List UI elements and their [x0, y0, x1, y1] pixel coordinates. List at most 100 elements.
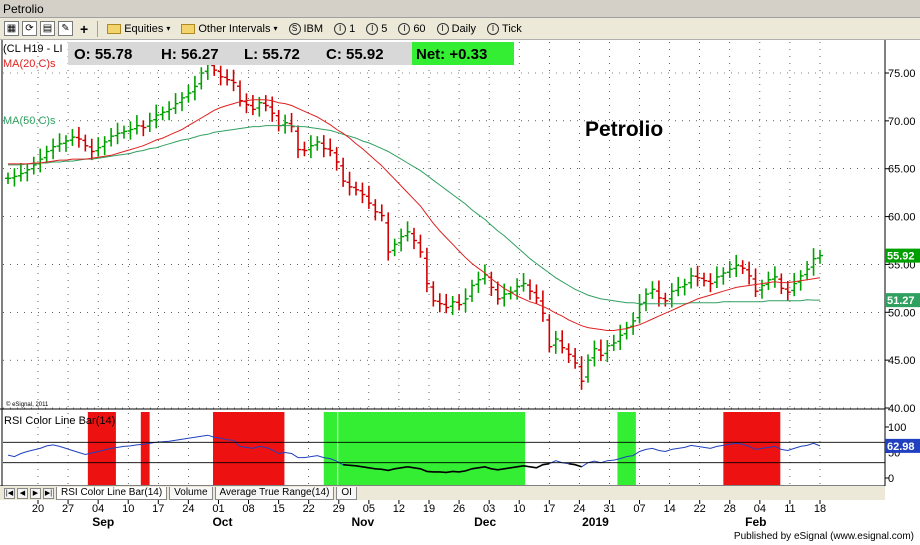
last-tab-button[interactable]: ▶| [43, 487, 54, 499]
day-tick-label: 29 [333, 503, 345, 515]
time-axis-months: Sep Oct Nov Dec 2019 Feb [92, 515, 766, 529]
i-circle-icon: I [398, 22, 411, 35]
legend-ma20: MA(20,C)s [3, 58, 56, 70]
day-tick-label: 24 [573, 503, 585, 515]
day-tick-label: 22 [303, 503, 315, 515]
next-tab-button[interactable]: ▶ [30, 487, 41, 499]
folder-icon [107, 23, 122, 34]
ma50-tag: 51.27 [887, 295, 915, 307]
i-circle-icon: I [436, 22, 449, 35]
rsi-zone-green [338, 412, 526, 485]
rsi-zone-red [723, 412, 781, 485]
i-circle-icon: I [334, 22, 347, 35]
rsi-tick-label: 0 [888, 473, 894, 485]
month-label: Sep [92, 515, 114, 529]
other-intervals-dropdown[interactable]: Other Intervals ▾ [177, 23, 281, 35]
day-tick-label: 24 [182, 503, 194, 515]
price-tick-label: 65.00 [888, 164, 916, 176]
quote-high: H: 56.27 [161, 46, 219, 63]
folder-icon [181, 23, 196, 34]
tab-volume[interactable]: Volume [169, 486, 213, 500]
price-tick-label: 60.00 [888, 212, 916, 224]
other-intervals-label: Other Intervals [198, 22, 271, 35]
tab-rsi[interactable]: RSI Color Line Bar(14) [56, 486, 168, 500]
s-circle-icon: S [288, 22, 301, 35]
refresh-icon[interactable]: ⟳ [22, 21, 37, 36]
interval-daily-button[interactable]: I Daily [433, 22, 480, 35]
day-tick-label: 22 [694, 503, 706, 515]
indicator-tabs: |◀ ◀ ▶ ▶| RSI Color Line Bar(14) Volume … [0, 486, 885, 500]
price-tick-label: 40.00 [888, 403, 916, 415]
rsi-value-tag: 62.98 [887, 441, 915, 453]
quote-open: O: 55.78 [74, 46, 132, 63]
day-tick-label: 05 [363, 503, 375, 515]
day-tick-label: 07 [633, 503, 645, 515]
equities-label: Equities [124, 22, 164, 35]
crosshair-icon[interactable]: + [76, 21, 92, 37]
price-tick-label: 75.00 [888, 68, 916, 80]
rsi-tick-label: 100 [888, 422, 906, 434]
interval-5-label: 5 [381, 22, 388, 35]
day-tick-label: 10 [513, 503, 525, 515]
time-axis: 20 27 04 10 17 24 01 08 15 22 29 05 12 19 26 03 10 17 24 31… [32, 500, 826, 529]
interval-1-button[interactable]: I 1 [330, 22, 359, 35]
tab-atr[interactable]: Average True Range(14) [214, 486, 335, 500]
rsi-title: RSI Color Line Bar(14) [4, 415, 115, 427]
interval-daily-label: Daily [451, 22, 477, 35]
interval-60-button[interactable]: I 60 [394, 22, 429, 35]
day-tick-label: 28 [724, 503, 736, 515]
day-tick-label: 31 [603, 503, 615, 515]
toolbar: ▦ ⟳ ▤ ✎ + Equities ▾ Other Intervals ▾ S… [0, 18, 920, 40]
day-tick-label: 26 [453, 503, 465, 515]
i-circle-icon: I [487, 22, 500, 35]
price-tick-label: 45.00 [888, 355, 916, 367]
day-tick-label: 10 [122, 503, 134, 515]
day-tick-label: 17 [152, 503, 164, 515]
month-label: Feb [745, 515, 766, 529]
interval-5-button[interactable]: I 5 [362, 22, 391, 35]
time-axis-days: 20 27 04 10 17 24 01 08 15 22 29 05 12 19 26 03 10 17 24 31… [32, 500, 826, 515]
day-tick-label: 20 [32, 503, 44, 515]
rsi-zone-red [213, 412, 285, 485]
rsi-zone-green [323, 412, 338, 485]
interval-tick-label: Tick [502, 22, 522, 35]
page-icon[interactable]: ▤ [40, 21, 55, 36]
prev-tab-button[interactable]: ◀ [17, 487, 28, 499]
price-tick-label: 50.00 [888, 307, 916, 319]
day-tick-label: 14 [663, 503, 675, 515]
legend-ma50: MA(50,C)s [3, 115, 56, 127]
quote-close: C: 55.92 [326, 46, 384, 63]
day-tick-label: 18 [814, 503, 826, 515]
equities-dropdown[interactable]: Equities ▾ [103, 23, 174, 35]
day-tick-label: 08 [242, 503, 254, 515]
overlay-title: Petrolio [585, 118, 663, 141]
quote-low: L: 55.72 [244, 46, 300, 63]
month-label: 2019 [582, 515, 609, 529]
month-label: Oct [212, 515, 232, 529]
day-tick-label: 19 [423, 503, 435, 515]
window-title: Petrolio [3, 2, 44, 16]
window-titlebar: Petrolio [0, 0, 920, 18]
day-tick-label: 04 [92, 503, 104, 515]
new-chart-icon[interactable]: ▦ [4, 21, 19, 36]
toolbar-separator [97, 20, 99, 37]
first-tab-button[interactable]: |◀ [4, 487, 15, 499]
price-chart[interactable]: 40.0045.0050.0055.0060.0065.0070.0075.00… [0, 40, 920, 486]
day-tick-label: 11 [784, 503, 795, 515]
interval-1-label: 1 [349, 22, 356, 35]
price-tick-label: 70.00 [888, 116, 916, 128]
day-tick-label: 27 [62, 503, 74, 515]
rsi-zone-red [140, 412, 150, 485]
month-label: Nov [352, 515, 375, 529]
day-tick-label: 04 [754, 503, 766, 515]
rsi-zone-green [617, 412, 636, 485]
interval-tick-button[interactable]: I Tick [483, 22, 526, 35]
tab-oi[interactable]: OI [336, 486, 357, 500]
symbol-ibm-button[interactable]: S IBM [285, 22, 328, 35]
day-tick-label: 12 [393, 503, 405, 515]
day-tick-label: 01 [212, 503, 224, 515]
properties-icon[interactable]: ✎ [58, 21, 73, 36]
day-tick-label: 15 [272, 503, 284, 515]
chevron-down-icon: ▾ [273, 24, 278, 33]
day-tick-label: 17 [543, 503, 555, 515]
